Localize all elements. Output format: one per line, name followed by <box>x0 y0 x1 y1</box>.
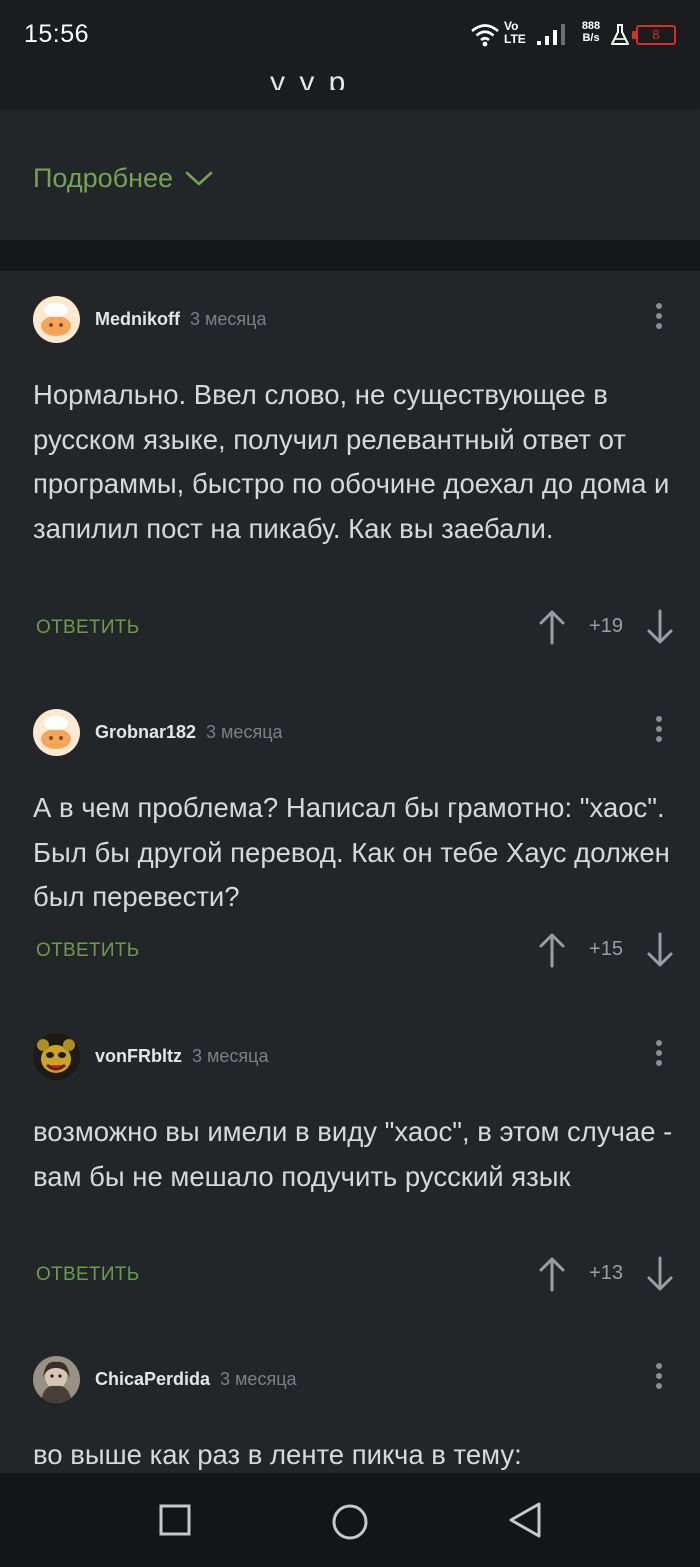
home-circle-icon[interactable] <box>330 1503 370 1541</box>
net-speed-value: 888 <box>581 20 601 32</box>
app-bar-title: у у р <box>270 60 470 90</box>
back-triangle-icon[interactable] <box>507 1501 543 1539</box>
more-vertical-icon[interactable] <box>652 303 666 337</box>
more-vertical-icon[interactable] <box>652 1040 666 1074</box>
section-divider <box>0 240 700 271</box>
comment-footer: ОТВЕТИТЬ +13 <box>0 1256 700 1296</box>
status-time: 15:56 <box>24 20 90 48</box>
arrow-up-icon[interactable] <box>538 1256 566 1292</box>
reply-button[interactable]: ОТВЕТИТЬ <box>36 617 139 639</box>
avatar-placeholder-icon <box>33 708 80 756</box>
volte-bottom: LTE <box>504 32 526 46</box>
comment-time: 3 месяца <box>206 721 283 742</box>
avatar-image-icon <box>33 1355 80 1403</box>
reply-button[interactable]: ОТВЕТИТЬ <box>36 1264 139 1286</box>
comment-author[interactable]: Mednikoff <box>95 309 180 330</box>
chevron-down-icon <box>185 171 213 185</box>
app-bar-title-text: у у р <box>270 66 349 90</box>
post-more-section: Подробнее <box>0 107 700 240</box>
avatar[interactable] <box>33 1032 80 1080</box>
flask-icon <box>611 24 629 45</box>
comment-text: во выше как раз в ленте пикча в тему: <box>33 1439 522 1470</box>
avatar-image-icon <box>33 1032 80 1080</box>
reply-button[interactable]: ОТВЕТИТЬ <box>36 940 139 962</box>
comment-time: 3 месяца <box>220 1368 297 1389</box>
signal-icon <box>537 24 565 45</box>
more-button[interactable]: Подробнее <box>33 163 213 194</box>
comment-header: ChicaPerdida 3 месяца <box>33 1355 297 1403</box>
avatar-placeholder-icon <box>33 295 80 343</box>
net-speed-unit: B/s <box>582 32 600 44</box>
avatar[interactable] <box>33 1355 80 1403</box>
arrow-down-icon[interactable] <box>646 932 674 968</box>
comment-footer: ОТВЕТИТЬ +15 <box>0 932 700 972</box>
comment-time: 3 месяца <box>192 1045 269 1066</box>
arrow-up-icon[interactable] <box>538 609 566 645</box>
comment-author[interactable]: ChicaPerdida <box>95 1369 210 1390</box>
comments-list: Mednikoff 3 месяца Нормально. Ввел слово… <box>0 271 700 1473</box>
status-and-app-bar: 15:56 Vo LTE 888 B/s 8 у у р <box>0 0 700 107</box>
comment-header: Grobnar182 3 месяца <box>33 708 283 756</box>
net-speed: 888 B/s <box>578 20 604 44</box>
comment-text: возможно вы имели в виду "хаос", в этом … <box>33 1116 673 1192</box>
avatar[interactable] <box>33 295 80 343</box>
avatar[interactable] <box>33 708 80 756</box>
arrow-up-icon[interactable] <box>538 932 566 968</box>
comment-author[interactable]: Grobnar182 <box>95 722 196 743</box>
more-vertical-icon[interactable] <box>652 716 666 750</box>
arrow-down-icon[interactable] <box>646 609 674 645</box>
comment-footer: ОТВЕТИТЬ +19 <box>0 609 700 649</box>
comment-text: А в чем проблема? Написал бы грамотно: "… <box>33 792 670 912</box>
recents-square-icon[interactable] <box>158 1503 192 1537</box>
system-navigation-bar <box>0 1473 700 1567</box>
more-vertical-icon[interactable] <box>652 1363 666 1397</box>
comment-time: 3 месяца <box>190 308 267 329</box>
wifi-icon <box>471 24 499 47</box>
comment-author[interactable]: vonFRbltz <box>95 1046 182 1067</box>
comment-header: vonFRbltz 3 месяца <box>33 1032 268 1080</box>
comment-rating: +19 <box>589 615 623 637</box>
comment-rating: +15 <box>589 938 623 960</box>
comment-rating: +13 <box>589 1262 623 1284</box>
battery-indicator: 8 <box>632 25 676 45</box>
comment-text: Нормально. Ввел слово, не существующее в… <box>33 379 670 544</box>
more-button-label: Подробнее <box>33 163 174 193</box>
arrow-down-icon[interactable] <box>646 1256 674 1292</box>
comment-header: Mednikoff 3 месяца <box>33 295 266 343</box>
volte-indicator: Vo LTE <box>504 20 526 46</box>
